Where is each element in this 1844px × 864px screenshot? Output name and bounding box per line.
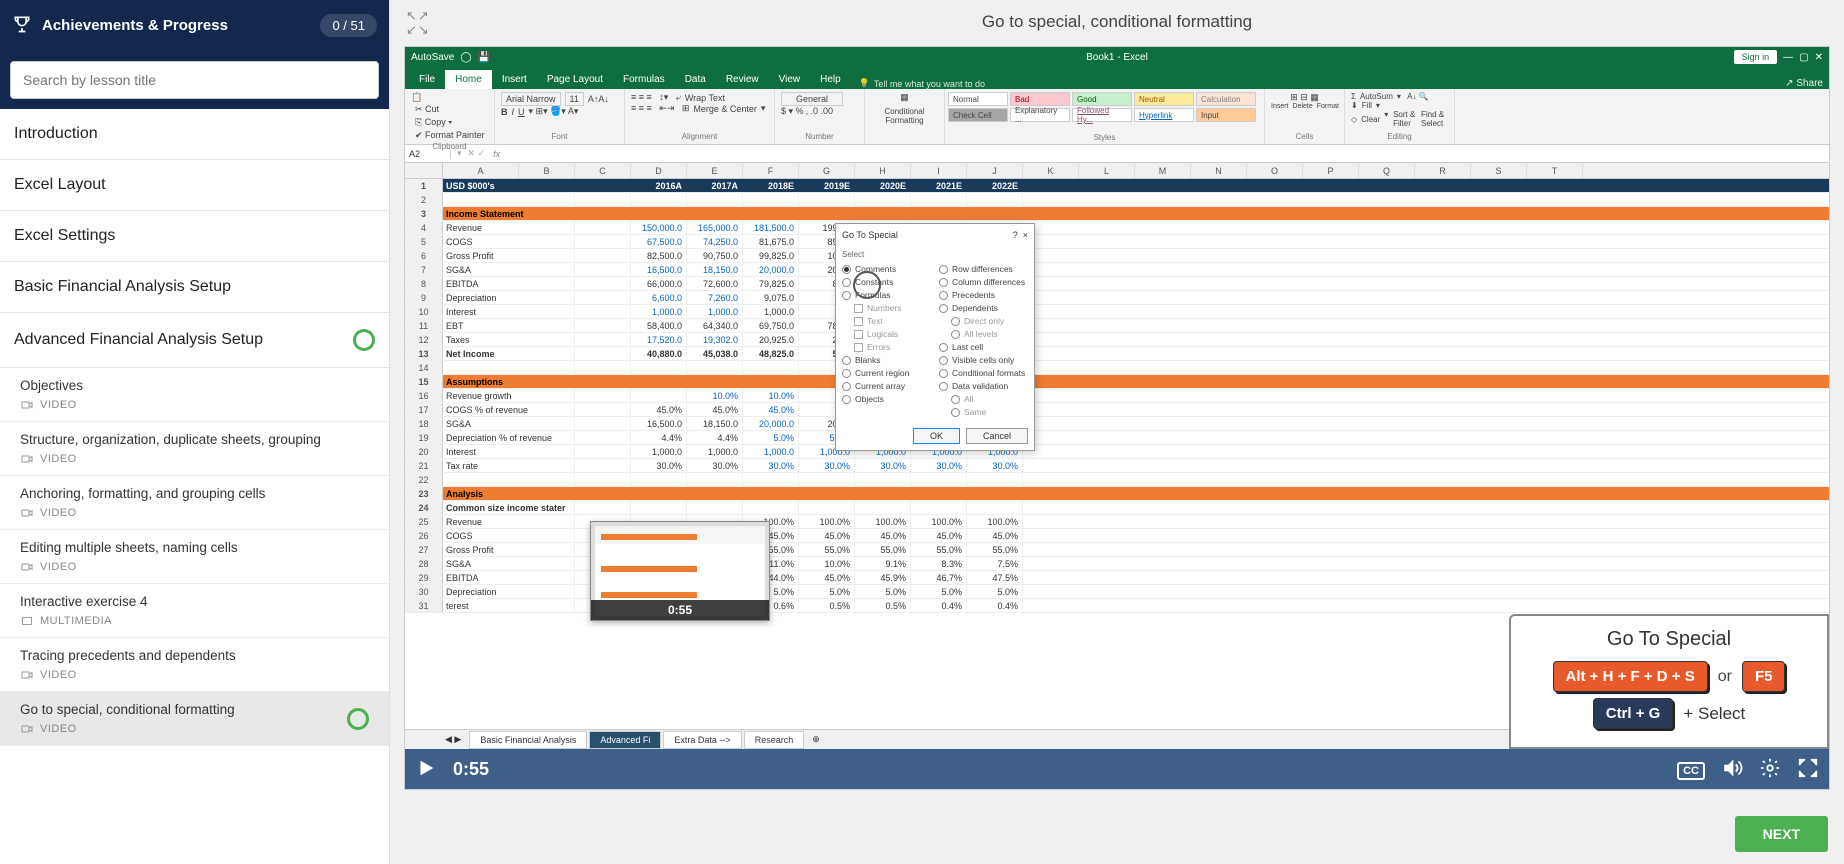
video-thumbnail: 0:55 — [590, 521, 770, 621]
search-wrap — [0, 51, 389, 109]
video-time: 0:55 — [453, 759, 489, 780]
share-button: ↗ Share — [1785, 78, 1823, 89]
next-button[interactable]: NEXT — [1735, 816, 1828, 852]
progress-ring-icon — [353, 329, 375, 351]
volume-button[interactable] — [1721, 757, 1743, 782]
shortcut-overlay: Go To Special Alt + H + F + D + S or F5 … — [1509, 614, 1829, 749]
key-alt: Alt + H + F + D + S — [1553, 661, 1708, 692]
lesson-item[interactable]: Tracing precedents and dependentsVIDEO — [0, 638, 389, 692]
footer: NEXT — [390, 804, 1844, 864]
tab-data: Data — [675, 70, 716, 89]
video-player[interactable]: AutoSave ◯ 💾 Book1 - Excel Sign in — ▢ ✕ — [404, 46, 1830, 790]
sidebar: Achievements & Progress 0 / 51 Introduct… — [0, 0, 390, 864]
window-close-icon: ✕ — [1815, 52, 1823, 63]
lesson-list[interactable]: Introduction Excel Layout Excel Settings… — [0, 109, 389, 864]
main-content: ↖↗ ↙↘ Go to special, conditional formatt… — [390, 0, 1844, 864]
settings-button[interactable] — [1759, 757, 1781, 782]
name-box: A2 — [405, 149, 451, 159]
tab-help: Help — [810, 70, 851, 89]
expand-icon[interactable]: ↖↗ ↙↘ — [406, 9, 429, 36]
lesson-item[interactable]: Anchoring, formatting, and grouping cell… — [0, 476, 389, 530]
save-icon: 💾 — [478, 52, 490, 63]
autosave-toggle: ◯ — [460, 52, 471, 63]
section-basic-fin[interactable]: Basic Financial Analysis Setup — [0, 262, 389, 313]
section-excel-settings[interactable]: Excel Settings — [0, 211, 389, 262]
key-f5: F5 — [1742, 661, 1786, 692]
goto-special-dialog: Go To Special ? × Select CommentsConstan… — [835, 223, 1035, 451]
lesson-item[interactable]: Structure, organization, duplicate sheet… — [0, 422, 389, 476]
window-min-icon: — — [1783, 52, 1793, 63]
signin-button: Sign in — [1734, 50, 1778, 64]
lesson-item[interactable]: Interactive exercise 4MULTIMEDIA — [0, 584, 389, 638]
tab-pagelayout: Page Layout — [537, 70, 613, 89]
tab-insert: Insert — [492, 70, 537, 89]
cancel-button: Cancel — [966, 428, 1028, 444]
ribbon: 📋 ✂ Cut ⎘ Copy ▾ ✔ Format Painter Clipbo… — [405, 89, 1829, 145]
search-input[interactable] — [10, 61, 379, 99]
tab-home: Home — [445, 70, 492, 89]
excel-title: Book1 - Excel — [1086, 52, 1148, 63]
trophy-icon — [12, 14, 32, 37]
top-bar: ↖↗ ↙↘ Go to special, conditional formatt… — [390, 0, 1844, 44]
section-excel-layout[interactable]: Excel Layout — [0, 160, 389, 211]
close-icon: × — [1023, 230, 1028, 240]
tab-review: Review — [716, 70, 769, 89]
tab-formulas: Formulas — [613, 70, 675, 89]
cc-button[interactable]: CC — [1677, 761, 1705, 777]
help-icon: ? — [1013, 230, 1018, 240]
paste-icon: 📋 — [411, 92, 422, 103]
section-introduction[interactable]: Introduction — [0, 109, 389, 160]
key-ctrlg: Ctrl + G — [1593, 698, 1674, 729]
autosave-label: AutoSave — [411, 52, 454, 63]
ok-button: OK — [913, 428, 960, 444]
progress-ring-icon — [347, 708, 369, 730]
fx-icon: fx — [485, 149, 508, 159]
play-button[interactable] — [415, 757, 437, 782]
lesson-item[interactable]: ObjectivesVIDEO — [0, 368, 389, 422]
section-advanced-fin[interactable]: Advanced Financial Analysis Setup — [0, 313, 389, 368]
sidebar-title: Achievements & Progress — [42, 17, 228, 34]
tab-file: File — [409, 70, 445, 89]
fullscreen-button[interactable] — [1797, 757, 1819, 782]
sidebar-header: Achievements & Progress 0 / 51 — [0, 0, 389, 51]
tell-me: 💡Tell me what you want to do — [859, 78, 985, 89]
highlight-circle — [853, 271, 881, 299]
lesson-item[interactable]: Go to special, conditional formattingVID… — [0, 692, 389, 746]
tab-view: View — [769, 70, 811, 89]
window-max-icon: ▢ — [1799, 52, 1808, 63]
video-controls: 0:55 CC — [405, 749, 1829, 789]
progress-badge: 0 / 51 — [320, 14, 377, 37]
page-title: Go to special, conditional formatting — [982, 12, 1252, 32]
lesson-item[interactable]: Editing multiple sheets, naming cellsVID… — [0, 530, 389, 584]
